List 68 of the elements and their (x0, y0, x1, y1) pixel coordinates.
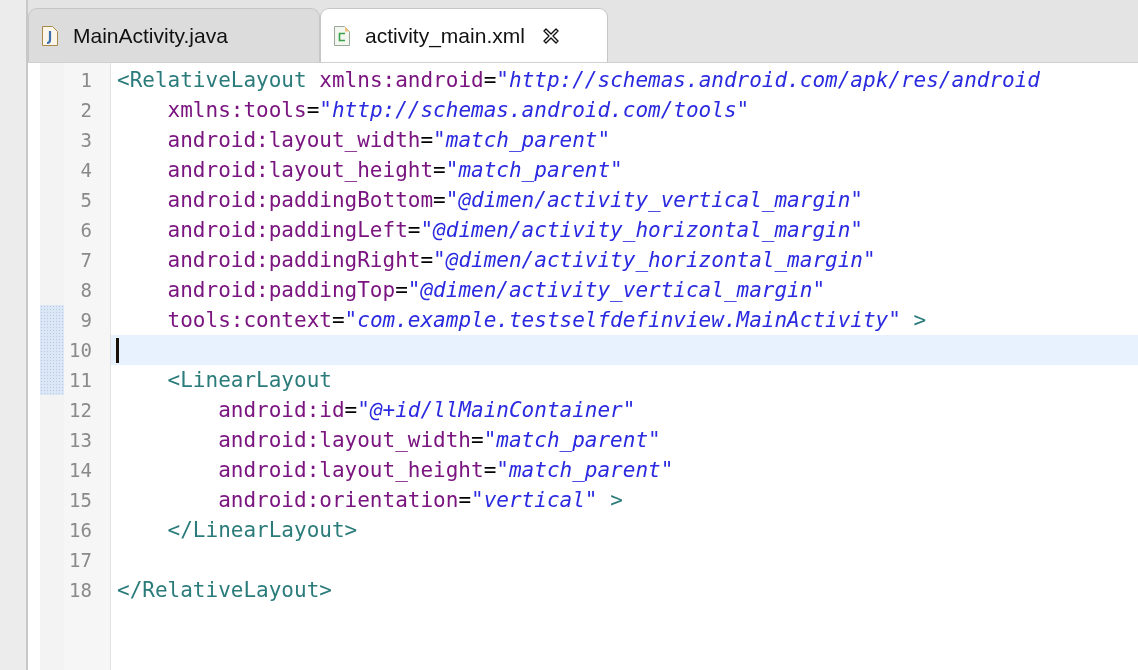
xml-tag: </LinearLayout> (167, 518, 358, 542)
line-number: 12 (68, 398, 93, 423)
attribute-name: android:paddingRight (167, 248, 421, 272)
attribute-name: android:layout_width (167, 128, 421, 152)
equals-sign: = (433, 158, 446, 182)
attribute-value: "@dimen/activity_horizontal_margin" (420, 218, 863, 242)
line-number: 11 (68, 368, 93, 393)
xml-file-icon (333, 24, 351, 47)
xml-tag: > (610, 488, 623, 512)
line-number: 9 (79, 308, 93, 333)
text-cursor (116, 338, 119, 363)
editor-tab[interactable]: activity_main.xml (320, 8, 608, 62)
attribute-name: android:id (218, 398, 345, 422)
attribute-value: "@dimen/activity_vertical_margin" (407, 278, 826, 302)
xml-tag: <LinearLayout (167, 368, 332, 392)
line-number: 17 (68, 548, 93, 573)
equals-sign: = (420, 128, 434, 152)
attribute-name: xmlns:tools (167, 98, 307, 122)
line-number: 8 (79, 278, 93, 303)
line-number: 2 (79, 98, 93, 123)
attribute-value: "match_parent" (496, 458, 674, 482)
equals-sign: = (433, 188, 446, 212)
attribute-value: "match_parent" (483, 428, 661, 452)
line-number: 14 (68, 458, 93, 483)
attribute-value: "@dimen/activity_vertical_margin" (445, 188, 863, 212)
attribute-value: "@+id/llMainContainer" (357, 398, 636, 422)
line-number: 4 (79, 158, 93, 183)
attribute-name: android:paddingLeft (167, 218, 408, 242)
editor-tab[interactable]: MainActivity.java (28, 8, 320, 62)
line-number: 3 (79, 128, 93, 153)
xml-tag: > (913, 308, 927, 332)
attribute-name: android:layout_height (218, 458, 484, 482)
attribute-name: xmlns:android (319, 68, 484, 92)
line-number: 18 (68, 578, 93, 603)
equals-sign: = (395, 278, 408, 302)
equals-sign: = (420, 248, 434, 272)
attribute-value: "match_parent" (445, 158, 623, 182)
equals-sign: = (483, 458, 497, 482)
line-number: 13 (68, 428, 93, 453)
line-number: 7 (79, 248, 93, 273)
attribute-value: "http://schemas.android.com/apk/res/android (496, 68, 1040, 92)
attribute-value: "com.example.testselfdefinview.MainActivity" (344, 308, 901, 332)
java-file-icon (41, 24, 59, 47)
attribute-name: android:layout_height (167, 158, 434, 182)
line-number: 5 (79, 188, 93, 213)
line-number: 6 (79, 218, 93, 243)
line-number: 1 (79, 68, 93, 93)
xml-tag: </RelativeLayout> (117, 578, 332, 602)
equals-sign: = (344, 398, 358, 422)
attribute-value: "match_parent" (433, 128, 611, 152)
attribute-name: tools:context (167, 308, 332, 332)
attribute-name: android:paddingTop (167, 278, 396, 302)
attribute-name: android:paddingBottom (167, 188, 434, 212)
attribute-value: "vertical" (471, 488, 598, 512)
equals-sign: = (483, 68, 497, 92)
attribute-value: "@dimen/activity_horizontal_margin" (433, 248, 876, 272)
equals-sign: = (471, 428, 484, 452)
line-number: 10 (68, 338, 93, 363)
line-number: 16 (68, 518, 93, 543)
attribute-name: android:orientation (218, 488, 459, 512)
attribute-name: android:layout_width (218, 428, 472, 452)
equals-sign: = (306, 98, 320, 122)
equals-sign: = (407, 218, 421, 242)
equals-sign: = (458, 488, 472, 512)
attribute-value: "http://schemas.android.com/tools" (319, 98, 750, 122)
line-number: 15 (68, 488, 93, 513)
xml-tag: <RelativeLayout (117, 68, 307, 92)
equals-sign: = (331, 308, 345, 332)
